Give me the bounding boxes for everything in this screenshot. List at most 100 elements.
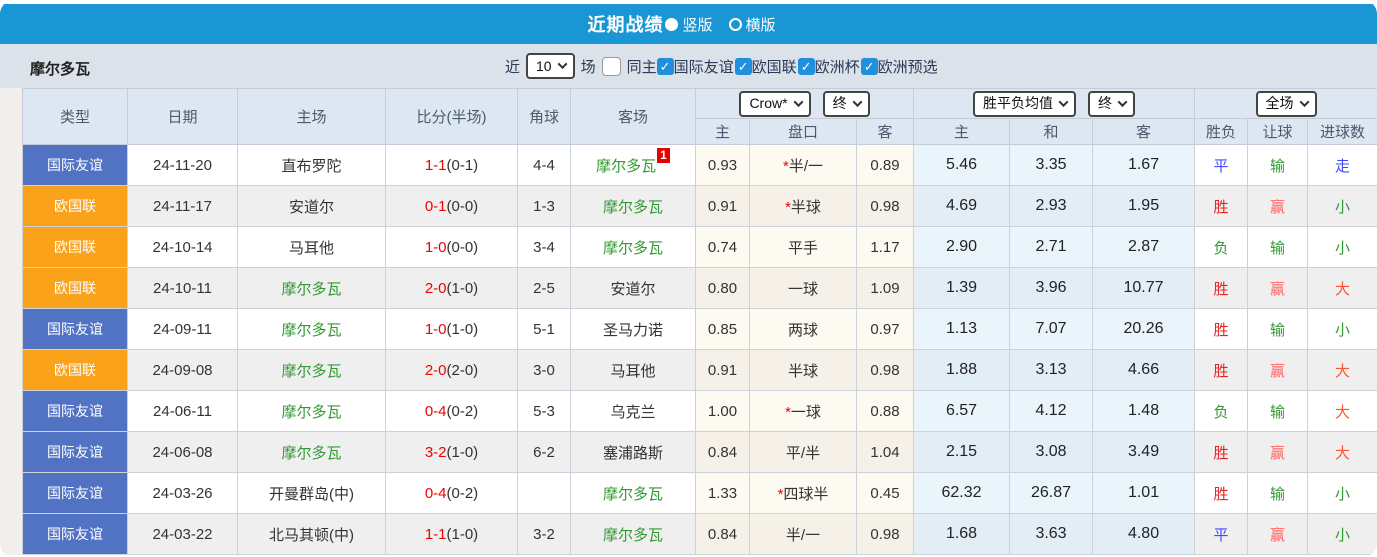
avg-draw: 3.08 xyxy=(1009,431,1094,473)
full-time-score: 2-0 xyxy=(424,361,447,379)
away-team-name[interactable]: 摩尔多瓦 xyxy=(596,158,656,175)
home-team-name[interactable]: 摩尔多瓦 xyxy=(281,281,341,298)
away-team-name[interactable]: 圣马力诺 xyxy=(603,322,663,339)
table-row: 国际友谊 24-11-20 直布罗陀 1-1(0-1) 4-4 摩尔多瓦1 0.… xyxy=(22,144,1377,186)
away-team-name[interactable]: 摩尔多瓦 xyxy=(603,486,663,503)
handicap-label: 四球半 xyxy=(783,485,829,503)
odds-company-value: Crow* xyxy=(749,95,788,111)
result-wdl: 胜 xyxy=(1194,472,1249,514)
result-wdl: 负 xyxy=(1194,226,1249,268)
odds-home: 0.80 xyxy=(695,267,750,309)
avg-away: 4.80 xyxy=(1092,513,1196,555)
avg-draw: 4.12 xyxy=(1009,390,1094,432)
avg-draw: 26.87 xyxy=(1009,472,1094,514)
odds-time-select[interactable]: 终 xyxy=(822,90,870,117)
home-team-name[interactable]: 摩尔多瓦 xyxy=(281,322,341,339)
full-time-score: 1-1 xyxy=(424,156,447,174)
odds-home: 0.74 xyxy=(695,226,750,268)
avg-home: 1.13 xyxy=(913,308,1011,350)
handicap-label: 一球 xyxy=(787,280,818,298)
result-handicap: 赢 xyxy=(1247,267,1309,309)
home-team-name[interactable]: 马耳他 xyxy=(289,240,334,257)
recent-count-select[interactable]: 10 xyxy=(526,53,575,79)
score-cell: 1-0(0-0) xyxy=(385,226,518,268)
match-date: 24-09-08 xyxy=(127,349,238,391)
result-goals: 大 xyxy=(1307,390,1377,432)
handicap-cell: *一球 xyxy=(749,390,857,432)
away-team-name[interactable]: 摩尔多瓦 xyxy=(603,240,663,257)
vertical-layout-label[interactable]: 竖版 xyxy=(682,14,712,35)
full-time-score: 2-0 xyxy=(424,279,447,297)
recent-results-panel: 近期战绩 竖版 横版 摩尔多瓦 近 10 场 同主 国际友谊欧国联欧洲杯欧洲预选 xyxy=(0,0,1377,557)
avg-away: 2.87 xyxy=(1092,226,1196,268)
avg-home: 2.15 xyxy=(913,431,1011,473)
match-type-badge: 欧国联 xyxy=(22,349,128,391)
competition-checkbox[interactable] xyxy=(797,57,815,75)
avg-away: 4.66 xyxy=(1092,349,1196,391)
avg-home: 62.32 xyxy=(913,472,1011,514)
half-time-score: (1-0) xyxy=(446,525,479,543)
sub-header-handicap-result: 让球 xyxy=(1247,118,1309,145)
odds-away: 1.09 xyxy=(855,267,915,309)
avg-type-select[interactable]: 胜平负均值 xyxy=(973,90,1077,117)
handicap-label: 平/半 xyxy=(785,444,821,462)
table-row: 欧国联 24-09-08 摩尔多瓦 2-0(2-0) 3-0 马耳他 0.91 … xyxy=(22,349,1377,391)
odds-company-select[interactable]: Crow* xyxy=(739,90,811,117)
horizontal-layout-radio[interactable] xyxy=(728,17,742,31)
score-cell: 0-4(0-2) xyxy=(385,472,518,514)
odds-away: 0.98 xyxy=(855,185,915,227)
away-team-name[interactable]: 摩尔多瓦 xyxy=(603,527,663,544)
chevron-down-icon xyxy=(793,96,804,107)
same-home-checkbox[interactable] xyxy=(601,56,621,76)
competition-checkbox[interactable] xyxy=(656,57,674,75)
competition-label[interactable]: 欧国联 xyxy=(752,56,797,77)
full-time-score: 3-2 xyxy=(424,443,447,461)
corners-cell: 4-4 xyxy=(517,144,571,186)
vertical-layout-radio[interactable] xyxy=(665,17,679,31)
match-type-label: 欧国联 xyxy=(54,362,96,378)
table-row: 欧国联 24-10-14 马耳他 1-0(0-0) 3-4 摩尔多瓦 0.74 … xyxy=(22,226,1377,268)
away-team-name[interactable]: 摩尔多瓦 xyxy=(603,199,663,216)
avg-time-value: 终 xyxy=(1098,95,1113,111)
result-wdl: 胜 xyxy=(1194,267,1249,309)
away-team: 安道尔 xyxy=(570,267,696,309)
same-home-label[interactable]: 同主 xyxy=(627,56,657,77)
home-team-name[interactable]: 安道尔 xyxy=(289,199,334,216)
competition-label[interactable]: 国际友谊 xyxy=(674,56,734,77)
competition-checkbox[interactable] xyxy=(860,57,878,75)
corners-cell: 3-0 xyxy=(517,349,571,391)
horizontal-layout-label[interactable]: 横版 xyxy=(746,14,776,35)
home-team-name[interactable]: 摩尔多瓦 xyxy=(281,445,341,462)
half-time-score: (1-0) xyxy=(446,279,479,297)
result-goals: 大 xyxy=(1307,267,1377,309)
handicap-cell: *四球半 xyxy=(749,472,857,514)
competition-checkbox[interactable] xyxy=(734,57,752,75)
away-team-name[interactable]: 马耳他 xyxy=(610,363,655,380)
home-team-name[interactable]: 直布罗陀 xyxy=(281,158,341,175)
home-team-name[interactable]: 摩尔多瓦 xyxy=(281,404,341,421)
page-title: 近期战绩 xyxy=(587,15,664,35)
competition-label[interactable]: 欧洲预选 xyxy=(878,56,938,77)
competition-label[interactable]: 欧洲杯 xyxy=(815,56,860,77)
corners-cell xyxy=(517,472,571,514)
corners-cell: 2-5 xyxy=(517,267,571,309)
home-team-name[interactable]: 摩尔多瓦 xyxy=(281,363,341,380)
away-team: 摩尔多瓦 xyxy=(570,226,696,268)
home-team-name[interactable]: 开曼群岛(中) xyxy=(269,486,354,503)
results-table-section: 类型 日期 主场 比分(半场) 角球 客场 Crow* 终 胜平负均值 终 全场… xyxy=(0,88,1377,555)
scope-select[interactable]: 全场 xyxy=(1255,90,1317,117)
odds-home: 0.91 xyxy=(695,349,750,391)
col-header-home: 主场 xyxy=(237,88,386,145)
half-time-score: (0-2) xyxy=(446,402,479,420)
away-team-name[interactable]: 塞浦路斯 xyxy=(603,445,663,462)
match-type-label: 国际友谊 xyxy=(47,321,103,337)
home-team-name[interactable]: 北马其顿(中) xyxy=(269,527,354,544)
home-team: 摩尔多瓦 xyxy=(237,349,386,391)
away-team-name[interactable]: 乌克兰 xyxy=(610,404,655,421)
handicap-cell: 一球 xyxy=(749,267,857,309)
away-team-name[interactable]: 安道尔 xyxy=(610,281,655,298)
col-header-corners: 角球 xyxy=(517,88,571,145)
handicap-label: 半/一 xyxy=(788,157,823,175)
odds-away: 0.89 xyxy=(855,144,915,186)
avg-time-select[interactable]: 终 xyxy=(1088,90,1136,117)
